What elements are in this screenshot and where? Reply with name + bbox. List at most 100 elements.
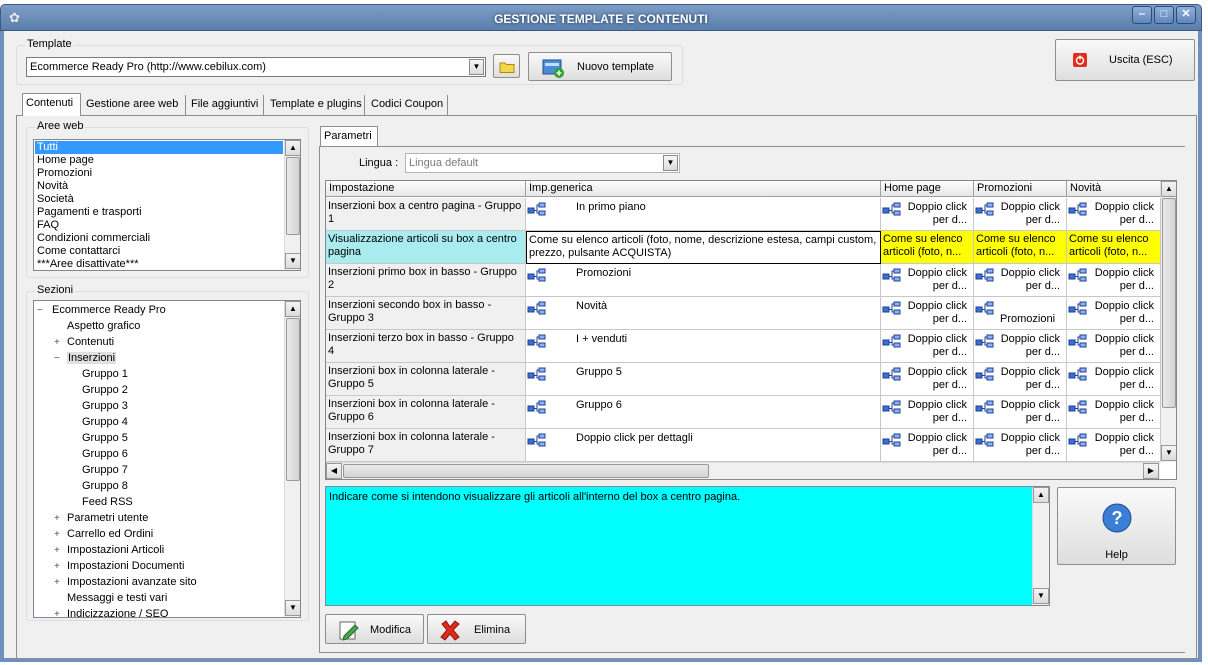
expand-icon[interactable]: + <box>54 543 63 559</box>
grid-cell-area[interactable]: Doppio click per d... <box>974 363 1067 396</box>
modifica-button[interactable]: Modifica <box>325 614 424 644</box>
collapse-icon[interactable]: − <box>37 303 46 319</box>
list-item[interactable]: ***Aree disattivate*** <box>35 258 283 270</box>
grid-cell-area[interactable]: Doppio click per d... <box>881 264 974 297</box>
expand-icon[interactable]: + <box>54 527 63 543</box>
scroll-down-icon[interactable]: ▼ <box>285 600 300 616</box>
scroll-up-icon[interactable]: ▲ <box>285 140 300 156</box>
tab-codici-coupon[interactable]: Codici Coupon <box>368 95 448 115</box>
new-template-button[interactable]: Nuovo template <box>528 52 672 81</box>
list-item[interactable]: Come contattarci <box>35 245 283 258</box>
grid-cell-area[interactable]: Doppio click per d... <box>881 198 974 231</box>
grid-cell-area[interactable]: Come su elenco articoli (foto, n... <box>974 231 1067 264</box>
tree-node-contenuti[interactable]: + Contenuti <box>54 334 114 350</box>
grid-cell-area[interactable]: Doppio click per d... <box>974 396 1067 429</box>
expand-icon[interactable]: + <box>54 511 63 527</box>
sezioni-scrollbar[interactable]: ▲ ▼ <box>284 301 300 617</box>
grid-cell-area[interactable]: Doppio click per d... <box>881 429 974 462</box>
maximize-button[interactable]: □ <box>1154 6 1174 24</box>
grid-cell-area[interactable]: Come su elenco articoli (foto, n... <box>881 231 974 264</box>
scroll-right-icon[interactable]: ▶ <box>1143 463 1159 479</box>
description-box[interactable]: Indicare come si intendono visualizzare … <box>325 486 1050 606</box>
expand-icon[interactable]: + <box>54 559 63 575</box>
exit-button[interactable]: Uscita (ESC) <box>1055 39 1195 81</box>
column-header-novita[interactable]: Novità <box>1067 181 1161 197</box>
sezioni-tree[interactable]: − Ecommerce Ready Pro Aspetto grafico + Co… <box>33 300 301 618</box>
expand-icon[interactable]: + <box>54 335 63 351</box>
grid-cell-label[interactable]: Inserzioni box a centro pagina - Gruppo … <box>326 198 526 231</box>
grid-cell-label[interactable]: Visualizzazione articoli su box a centro… <box>326 231 526 264</box>
tree-node-gruppo-1[interactable]: Gruppo 1 <box>82 366 128 382</box>
tab-parametri[interactable]: Parametri <box>320 126 378 147</box>
expand-icon[interactable]: + <box>54 575 63 591</box>
grid-cell-area[interactable]: Doppio click per d... <box>1067 429 1161 462</box>
column-header-home[interactable]: Home page <box>881 181 974 197</box>
collapse-icon[interactable]: − <box>54 351 63 367</box>
tree-node-gruppo-7[interactable]: Gruppo 7 <box>82 462 128 478</box>
tree-node-impostazioni-documenti[interactable]: + Impostazioni Documenti <box>54 558 184 574</box>
tree-node-feed-rss[interactable]: Feed RSS <box>82 494 133 510</box>
tree-node-impostazioni-avanzate[interactable]: + Impostazioni avanzate sito <box>54 574 197 590</box>
tree-node-impostazioni-articoli[interactable]: + Impostazioni Articoli <box>54 542 164 558</box>
scroll-thumb[interactable] <box>1162 198 1176 408</box>
tab-template-e-plugins[interactable]: Template e plugins <box>267 95 365 115</box>
grid-vscrollbar[interactable]: ▲ ▼ <box>1160 181 1176 462</box>
scroll-thumb[interactable] <box>343 464 709 478</box>
grid-cell-generic[interactable]: In primo piano <box>526 198 881 231</box>
grid-cell-generic[interactable]: Gruppo 6 <box>526 396 881 429</box>
tab-gestione-aree-web[interactable]: Gestione aree web <box>83 95 186 115</box>
grid-cell-label[interactable]: Inserzioni box in colonna laterale - Gru… <box>326 429 526 462</box>
grid-cell-label[interactable]: Inserzioni terzo box in basso - Gruppo 4 <box>326 330 526 363</box>
grid-cell-label[interactable]: Inserzioni box in colonna laterale - Gru… <box>326 363 526 396</box>
list-item[interactable]: Tutti <box>35 141 283 154</box>
tree-node-carrello[interactable]: + Carrello ed Ordini <box>54 526 153 542</box>
tree-node-inserzioni[interactable]: − Inserzioni <box>54 350 117 367</box>
list-item[interactable]: Pagamenti e trasporti <box>35 206 283 219</box>
help-button[interactable]: ? Help <box>1057 487 1176 565</box>
tree-node-gruppo-6[interactable]: Gruppo 6 <box>82 446 128 462</box>
grid-cell-area[interactable]: Doppio click per d... <box>881 330 974 363</box>
list-item[interactable]: Società <box>35 193 283 206</box>
scroll-thumb[interactable] <box>286 318 300 481</box>
grid-cell-generic[interactable]: Doppio click per dettagli <box>526 429 881 462</box>
scroll-left-icon[interactable]: ◀ <box>326 463 342 479</box>
tree-node-gruppo-3[interactable]: Gruppo 3 <box>82 398 128 414</box>
grid-hscrollbar[interactable]: ◀ ▶ <box>326 462 1160 479</box>
grid-cell-area[interactable]: Doppio click per d... <box>1067 297 1161 330</box>
settings-grid[interactable]: Impostazione Imp.generica Home page Prom… <box>325 180 1177 480</box>
tree-node-parametri-utente[interactable]: + Parametri utente <box>54 510 148 526</box>
grid-cell-area[interactable]: Doppio click per d... <box>881 297 974 330</box>
list-item[interactable]: FAQ <box>35 219 283 232</box>
elimina-button[interactable]: Elimina <box>427 614 526 644</box>
list-item[interactable]: Condizioni commerciali <box>35 232 283 245</box>
scroll-up-icon[interactable]: ▲ <box>1161 181 1176 197</box>
tree-node-gruppo-4[interactable]: Gruppo 4 <box>82 414 128 430</box>
template-select[interactable]: Ecommerce Ready Pro (http://www.cebilux.… <box>26 57 486 77</box>
scroll-thumb[interactable] <box>286 157 300 235</box>
grid-cell-generic[interactable]: Promozioni <box>526 264 881 297</box>
tree-node-gruppo-5[interactable]: Gruppo 5 <box>82 430 128 446</box>
tab-contenuti[interactable]: Contenuti <box>22 93 81 116</box>
list-item[interactable]: Novità <box>35 180 283 193</box>
grid-cell-area[interactable]: Doppio click per d... <box>1067 396 1161 429</box>
grid-cell-area[interactable]: Doppio click per d... <box>1067 363 1161 396</box>
grid-cell-label[interactable]: Inserzioni secondo box in basso - Gruppo… <box>326 297 526 330</box>
scroll-up-icon[interactable]: ▲ <box>1033 487 1049 503</box>
grid-cell-label[interactable]: Inserzioni primo box in basso - Gruppo 2 <box>326 264 526 297</box>
tree-node-aspetto-grafico[interactable]: Aspetto grafico <box>67 318 140 334</box>
chevron-down-icon[interactable]: ▼ <box>469 59 484 75</box>
grid-cell-area[interactable]: Doppio click per d... <box>974 429 1067 462</box>
scroll-up-icon[interactable]: ▲ <box>285 301 300 317</box>
grid-cell-label[interactable]: Inserzioni box in colonna laterale - Gru… <box>326 396 526 429</box>
grid-cell-area[interactable]: Doppio click per d... <box>1067 330 1161 363</box>
grid-cell-area[interactable]: Doppio click per d... <box>881 363 974 396</box>
close-button[interactable]: ✕ <box>1176 6 1196 24</box>
grid-cell-area[interactable]: Doppio click per d... <box>1067 198 1161 231</box>
tree-node-gruppo-2[interactable]: Gruppo 2 <box>82 382 128 398</box>
minimize-button[interactable]: ‒ <box>1132 6 1152 24</box>
column-header-generica[interactable]: Imp.generica <box>526 181 881 197</box>
chevron-down-icon[interactable]: ▼ <box>663 155 678 171</box>
list-item[interactable]: Home page <box>35 154 283 167</box>
scroll-down-icon[interactable]: ▼ <box>1161 445 1176 461</box>
grid-cell-generic[interactable]: Gruppo 5 <box>526 363 881 396</box>
